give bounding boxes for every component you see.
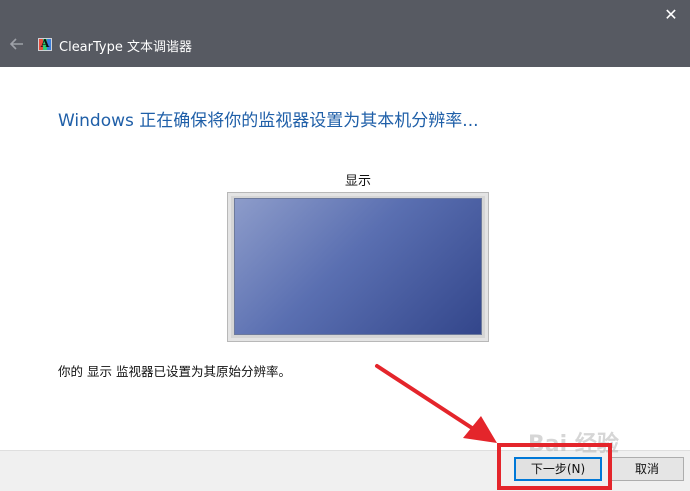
- pointer-arrow: [375, 364, 497, 443]
- pointer-arrow-shaft: [375, 364, 474, 430]
- pointer-arrowhead: [463, 416, 497, 443]
